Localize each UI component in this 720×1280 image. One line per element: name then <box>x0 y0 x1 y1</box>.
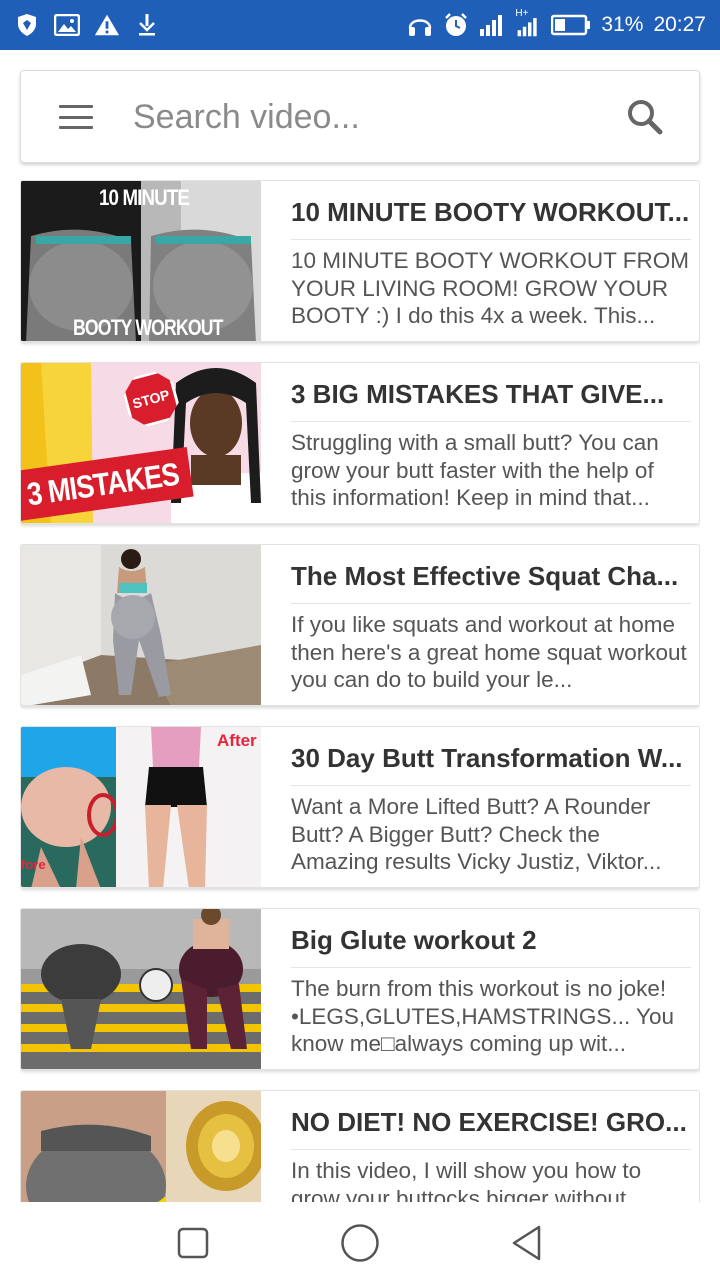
video-description: In this video, I will show you how to gr… <box>291 1158 645 1202</box>
search-input[interactable] <box>133 89 603 145</box>
video-thumbnail <box>21 909 261 1069</box>
home-circle-icon[interactable] <box>338 1221 382 1265</box>
status-system: H+ 31% 20:27 <box>407 8 706 38</box>
thumbnail-after-label: After <box>217 731 257 750</box>
video-list-item[interactable]: The Most Effective Squat Cha... If you l… <box>20 544 700 706</box>
hamburger-menu-icon[interactable] <box>59 105 93 129</box>
warning-icon <box>94 12 120 38</box>
search-icon[interactable] <box>625 97 665 137</box>
battery-icon <box>551 12 591 38</box>
video-thumbnail <box>21 545 261 705</box>
alarm-icon <box>443 12 469 38</box>
divider <box>291 603 691 604</box>
video-title: 3 BIG MISTAKES THAT GIVE... <box>291 379 665 409</box>
search-bar <box>20 70 700 163</box>
signal-h-plus-icon: H+ <box>515 8 541 38</box>
download-icon <box>134 12 160 38</box>
battery-percent: 31% <box>601 13 644 36</box>
recents-square-icon[interactable] <box>171 1221 215 1265</box>
signal-icon <box>479 12 505 38</box>
video-thumbnail: After fore <box>21 727 261 887</box>
video-description: Want a More Lifted Butt? A Rounder Butt?… <box>291 794 662 874</box>
video-thumbnail <box>21 1091 261 1202</box>
status-notifications <box>14 12 160 38</box>
shield-icon <box>14 12 40 38</box>
video-title: NO DIET! NO EXERCISE! GRO... <box>291 1107 687 1137</box>
video-thumbnail: 10 MINUTE BOOTY WORKOUT <box>21 181 261 341</box>
divider <box>291 1149 691 1150</box>
video-list-item[interactable]: After fore 30 Day Butt Transformation W.… <box>20 726 700 888</box>
video-title: 30 Day Butt Transformation W... <box>291 743 683 773</box>
divider <box>291 967 691 968</box>
video-description: The burn from this workout is no joke! •… <box>291 976 675 1056</box>
back-triangle-icon[interactable] <box>505 1221 549 1265</box>
thumbnail-caption-top: 10 MINUTE <box>99 185 190 210</box>
system-nav-bar <box>0 1205 720 1280</box>
divider <box>291 785 691 786</box>
video-list-item[interactable]: STOP 3 MISTAKES 3 BIG MISTAKES THAT GIVE… <box>20 362 700 524</box>
video-list-item[interactable]: Big Glute workout 2 The burn from this w… <box>20 908 700 1070</box>
video-list-item[interactable]: 10 MINUTE BOOTY WORKOUT 10 MINUTE BOOTY … <box>20 180 700 342</box>
video-title: 10 MINUTE BOOTY WORKOUT... <box>291 197 690 227</box>
video-title: Big Glute workout 2 <box>291 925 537 955</box>
thumbnail-before-label: fore <box>21 857 46 872</box>
status-bar: H+ 31% 20:27 <box>0 0 720 50</box>
clock-time: 20:27 <box>653 13 706 36</box>
video-thumbnail: STOP 3 MISTAKES <box>21 363 261 523</box>
thumbnail-caption-bottom: BOOTY WORKOUT <box>73 315 223 340</box>
image-icon <box>54 12 80 38</box>
video-description: 10 MINUTE BOOTY WORKOUT FROM YOUR LIVING… <box>291 248 689 328</box>
headphones-icon <box>407 12 433 38</box>
video-description: If you like squats and workout at home t… <box>291 612 687 692</box>
divider <box>291 421 691 422</box>
stop-sign-text: STOP <box>130 386 172 412</box>
video-description: Struggling with a small butt? You can gr… <box>291 430 659 510</box>
video-list-item[interactable]: NO DIET! NO EXERCISE! GRO... In this vid… <box>20 1090 700 1202</box>
video-list: 10 MINUTE BOOTY WORKOUT 10 MINUTE BOOTY … <box>20 180 700 1202</box>
network-type-label: H+ <box>515 8 529 19</box>
video-title: The Most Effective Squat Cha... <box>291 561 679 591</box>
divider <box>291 239 691 240</box>
